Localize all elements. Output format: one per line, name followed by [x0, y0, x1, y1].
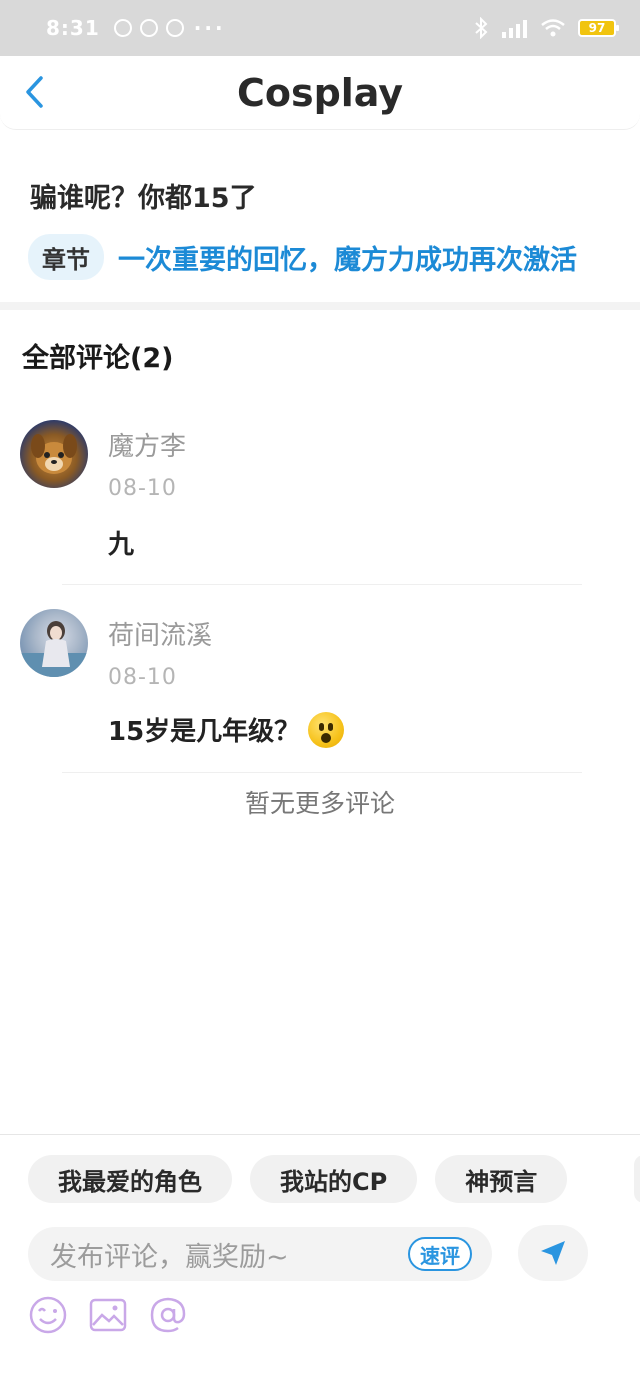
chip-overflow-edge	[634, 1155, 640, 1203]
signal-icon	[502, 20, 527, 38]
quick-rate-button[interactable]: 速评	[408, 1237, 472, 1271]
page-title: Cosplay	[236, 70, 404, 115]
mention-button[interactable]	[148, 1295, 188, 1335]
chapter-link[interactable]: 一次重要的回忆，魔方力成功再次激活	[118, 238, 577, 277]
send-button[interactable]	[518, 1225, 588, 1281]
dog-avatar-icon	[31, 434, 77, 474]
no-more-comments: 暂无更多评论	[244, 789, 395, 818]
nav-bar: Cosplay	[0, 56, 640, 130]
post-text: 骗谁呢？你都15了	[30, 183, 257, 214]
chip-favorite-character[interactable]: 我最爱的角色	[28, 1155, 232, 1203]
quick-chips: 我最爱的角色 我站的CP 神预言	[28, 1155, 568, 1203]
at-icon	[150, 1297, 186, 1333]
status-more: ···	[193, 16, 226, 40]
avatar[interactable]	[20, 609, 88, 677]
comment-text-row: 15岁是几年级？	[108, 711, 345, 748]
row-divider	[62, 772, 582, 773]
chapter-tag: 章节	[28, 234, 104, 280]
back-button[interactable]	[14, 72, 54, 112]
comment-date: 08-10	[108, 476, 177, 501]
row-divider	[62, 584, 582, 585]
chevron-left-icon	[26, 76, 43, 108]
comment-input[interactable]: 发布评论，赢奖励~ 速评	[28, 1227, 492, 1281]
status-bar: 8:31 ··· 97	[0, 0, 640, 56]
comment-input-placeholder: 发布评论，赢奖励~	[50, 1241, 289, 1273]
tool-icons	[28, 1295, 188, 1335]
bottom-bar: 我最爱的角色 我站的CP 神预言 发布评论，赢奖励~ 速评	[0, 1134, 640, 1387]
notification-icon	[165, 19, 184, 37]
chip-prophecy[interactable]: 神预言	[435, 1155, 568, 1203]
notification-icon	[139, 19, 158, 37]
status-time: 8:31	[46, 16, 100, 40]
battery-indicator: 97	[578, 19, 619, 37]
avatar[interactable]	[20, 420, 88, 488]
chapter-row[interactable]: 章节 一次重要的回忆，魔方力成功再次激活	[28, 234, 577, 280]
chip-my-cp[interactable]: 我站的CP	[250, 1155, 418, 1203]
smiley-button[interactable]	[28, 1295, 68, 1335]
comment-author[interactable]: 荷间流溪	[108, 615, 212, 652]
send-icon	[541, 1241, 565, 1265]
image-button[interactable]	[88, 1295, 128, 1335]
notification-icon	[113, 19, 132, 37]
comment-text: 九	[108, 530, 135, 560]
wifi-icon	[541, 19, 565, 37]
image-icon	[89, 1298, 127, 1332]
comment-date: 08-10	[108, 665, 177, 690]
section-divider	[0, 302, 640, 310]
comment-text: 15岁是几年级？	[108, 717, 301, 747]
smiley-icon	[29, 1296, 67, 1334]
astonished-face-icon	[308, 711, 345, 748]
bluetooth-icon	[475, 17, 488, 39]
girl-avatar-icon	[20, 621, 88, 677]
comments-header: 全部评论(2)	[22, 343, 174, 374]
comment-author[interactable]: 魔方李	[108, 426, 186, 463]
